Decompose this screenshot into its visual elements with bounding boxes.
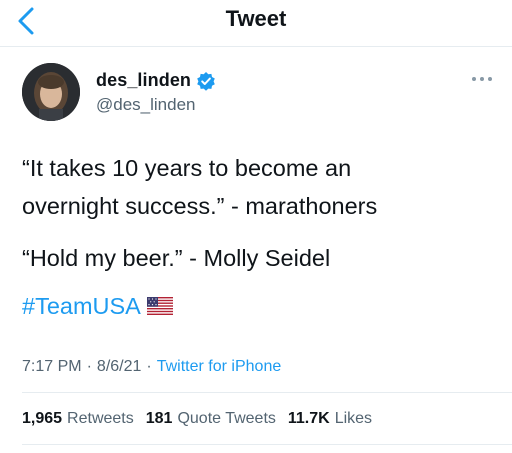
divider	[22, 392, 512, 393]
hashtag-link[interactable]: #TeamUSA	[22, 290, 141, 322]
tweet-time[interactable]: 7:17 PM	[22, 358, 82, 376]
tweet-text-line: “Hold my beer.” - Molly Seidel	[22, 245, 331, 271]
engagement-stats: 1,965 Retweets 181 Quote Tweets 11.7K Li…	[22, 410, 384, 428]
tweet-source-link[interactable]: Twitter for iPhone	[157, 358, 282, 376]
author-display-name[interactable]: des_linden	[96, 70, 191, 91]
meta-separator: ·	[146, 358, 152, 375]
likes-count: 11.7K	[287, 410, 330, 427]
meta-separator: ·	[86, 358, 92, 375]
retweets-label: Retweets	[67, 410, 134, 427]
likes-label: Likes	[334, 410, 373, 427]
retweets-stat[interactable]: 1,965 Retweets	[22, 410, 134, 428]
quote-tweets-stat[interactable]: 181 Quote Tweets	[146, 410, 276, 428]
page-title: Tweet	[225, 6, 287, 31]
author-handle[interactable]: @des_linden	[96, 95, 196, 115]
author-name-row[interactable]: des_linden	[96, 70, 216, 91]
retweets-count: 1,965	[22, 410, 63, 427]
more-options-button[interactable]	[470, 72, 494, 86]
more-horizontal-icon	[472, 77, 492, 81]
top-nav-bar: Tweet	[0, 0, 512, 47]
avatar-image	[22, 63, 80, 121]
likes-stat[interactable]: 11.7K Likes	[288, 410, 372, 428]
tweet-text-line: “It takes 10 years to become an	[22, 155, 352, 181]
quote-tweets-label: Quote Tweets	[177, 410, 276, 427]
tweet-meta: 7:17 PM · 8/6/21 · Twitter for iPhone	[22, 358, 281, 376]
tweet-date[interactable]: 8/6/21	[97, 358, 141, 376]
us-flag-icon	[146, 297, 173, 315]
divider	[22, 444, 512, 445]
avatar[interactable]	[22, 63, 80, 121]
tweet-text-line: overnight success.” - marathoners	[22, 193, 378, 219]
tweet-hashtag-line: #TeamUSA	[22, 290, 502, 322]
quote-tweets-count: 181	[145, 410, 173, 427]
verified-badge-icon	[197, 71, 215, 91]
